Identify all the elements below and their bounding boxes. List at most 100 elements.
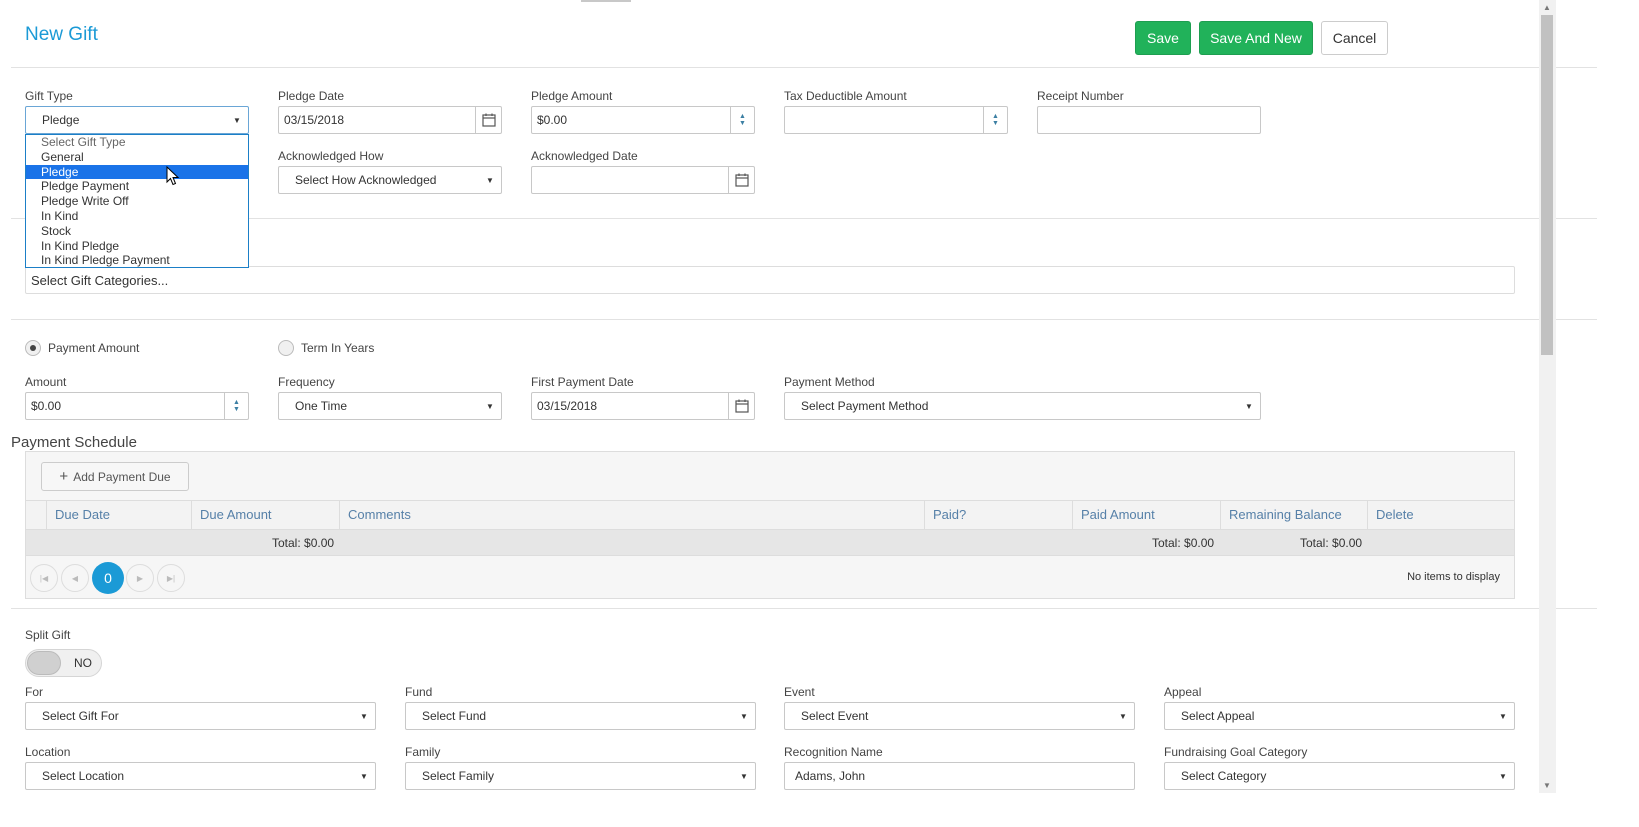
- calendar-icon[interactable]: [475, 107, 501, 133]
- calendar-icon[interactable]: [728, 393, 754, 419]
- for-value: Select Gift For: [42, 709, 119, 723]
- fund-select[interactable]: Select Fund ▼: [405, 702, 756, 730]
- save-and-new-button[interactable]: Save And New: [1199, 21, 1313, 55]
- window-grip: [581, 0, 631, 2]
- for-select[interactable]: Select Gift For ▼: [25, 702, 376, 730]
- receipt-number-input[interactable]: [1037, 106, 1261, 134]
- caret-down-icon: ▼: [1499, 711, 1507, 721]
- calendar-icon[interactable]: [728, 167, 754, 193]
- fundraising-goal-category-value: Select Category: [1181, 769, 1267, 783]
- split-gift-toggle[interactable]: NO: [25, 649, 102, 677]
- term-in-years-radio[interactable]: [278, 340, 294, 356]
- pledge-amount-input[interactable]: $0.00 ▲ ▼: [531, 106, 755, 134]
- caret-down-icon: ▼: [486, 401, 494, 411]
- add-payment-due-button[interactable]: + Add Payment Due: [41, 462, 189, 491]
- total-paid-amount: Total: $0.00: [1152, 536, 1215, 550]
- caret-down-icon: ▼: [1245, 401, 1253, 411]
- scrollbar-thumb[interactable]: [1541, 15, 1553, 355]
- first-page-icon[interactable]: |◀: [30, 564, 58, 592]
- divider: [11, 319, 1597, 320]
- frequency-select[interactable]: One Time ▼: [278, 392, 502, 420]
- add-payment-due-label: Add Payment Due: [73, 469, 171, 484]
- pledge-date-value: 03/15/2018: [284, 113, 345, 127]
- caret-down-icon: ▼: [360, 771, 368, 781]
- recognition-name-value: Adams, John: [795, 769, 866, 783]
- last-page-icon[interactable]: ▶|: [157, 564, 185, 592]
- family-value: Select Family: [422, 769, 495, 783]
- cancel-button[interactable]: Cancel: [1321, 21, 1388, 55]
- spinner-icon[interactable]: ▲ ▼: [983, 107, 1007, 133]
- dropdown-option-selected[interactable]: Pledge: [26, 164, 248, 180]
- scroll-up-icon[interactable]: ▲: [1543, 3, 1551, 12]
- tax-deductible-input[interactable]: ▲ ▼: [784, 106, 1008, 134]
- total-due-amount: Total: $0.00: [272, 536, 335, 550]
- dropdown-option[interactable]: In Kind Pledge Payment: [26, 253, 248, 268]
- dropdown-option[interactable]: General: [26, 150, 248, 165]
- family-select[interactable]: Select Family ▼: [405, 762, 756, 790]
- column-due-amount[interactable]: Due Amount: [191, 501, 339, 529]
- radio-dot: [30, 345, 36, 351]
- appeal-select[interactable]: Select Appeal ▼: [1164, 702, 1515, 730]
- location-select[interactable]: Select Location ▼: [25, 762, 376, 790]
- grid-totals-row: Total: $0.00 Total: $0.00 Total: $0.00: [26, 530, 1514, 556]
- total-remaining-balance: Total: $0.00: [1300, 536, 1363, 550]
- ack-how-value: Select How Acknowledged: [295, 173, 437, 187]
- fundraising-goal-category-label: Fundraising Goal Category: [1164, 745, 1308, 759]
- term-in-years-label: Term In Years: [301, 341, 375, 355]
- prev-page-icon[interactable]: ◀: [61, 564, 89, 592]
- plus-icon: +: [59, 468, 69, 485]
- scroll-down-icon[interactable]: ▼: [1543, 781, 1551, 790]
- ack-how-select[interactable]: Select How Acknowledged ▼: [278, 166, 502, 194]
- column-delete[interactable]: Delete: [1367, 501, 1514, 529]
- column-due-date[interactable]: Due Date: [46, 501, 191, 529]
- dropdown-option[interactable]: Stock: [26, 224, 248, 239]
- current-page[interactable]: 0: [92, 562, 124, 594]
- dropdown-option[interactable]: Pledge Payment: [26, 179, 248, 194]
- payment-method-label: Payment Method: [784, 375, 875, 389]
- grid-pager: |◀ ◀ 0 ▶ ▶| No items to display: [26, 556, 1514, 598]
- caret-down-icon: ▼: [486, 175, 494, 185]
- pledge-date-input[interactable]: 03/15/2018: [278, 106, 502, 134]
- column-remaining-balance[interactable]: Remaining Balance: [1220, 501, 1367, 529]
- payment-amount-label: Payment Amount: [48, 341, 140, 355]
- first-payment-date-label: First Payment Date: [531, 375, 634, 389]
- amount-input[interactable]: $0.00 ▲ ▼: [25, 392, 249, 420]
- event-select[interactable]: Select Event ▼: [784, 702, 1135, 730]
- recognition-name-input[interactable]: Adams, John: [784, 762, 1135, 790]
- first-payment-date-input[interactable]: 03/15/2018: [531, 392, 755, 420]
- frequency-label: Frequency: [278, 375, 335, 389]
- amount-value: $0.00: [31, 399, 62, 413]
- column-paid-amount[interactable]: Paid Amount: [1072, 501, 1220, 529]
- dropdown-option[interactable]: In Kind: [26, 209, 248, 224]
- spinner-icon[interactable]: ▲ ▼: [730, 107, 754, 133]
- pledge-amount-value: $0.00: [537, 113, 568, 127]
- caret-down-icon: ▼: [233, 115, 241, 125]
- gift-categories-placeholder: Select Gift Categories...: [31, 272, 169, 288]
- dropdown-option[interactable]: Pledge Write Off: [26, 194, 248, 209]
- caret-down-icon: ▼: [740, 771, 748, 781]
- no-items-text: No items to display: [1407, 571, 1500, 583]
- ack-date-label: Acknowledged Date: [531, 149, 638, 163]
- vertical-scrollbar[interactable]: ▲ ▼: [1539, 0, 1556, 793]
- spinner-icon[interactable]: ▲ ▼: [224, 393, 248, 419]
- dropdown-option[interactable]: In Kind Pledge: [26, 239, 248, 254]
- gift-type-dropdown[interactable]: Select Gift Type General Pledge Pledge P…: [25, 134, 249, 268]
- gift-type-select[interactable]: Pledge ▼: [25, 106, 249, 134]
- column-paid[interactable]: Paid?: [924, 501, 1072, 529]
- payment-amount-radio[interactable]: [25, 340, 41, 356]
- next-page-icon[interactable]: ▶: [126, 564, 154, 592]
- ack-date-input[interactable]: [531, 166, 755, 194]
- gift-categories-input[interactable]: Select Gift Categories...: [25, 266, 1515, 294]
- column-comments[interactable]: Comments: [339, 501, 924, 529]
- recognition-name-label: Recognition Name: [784, 745, 883, 759]
- save-button[interactable]: Save: [1135, 21, 1191, 55]
- toggle-state: NO: [74, 656, 92, 670]
- fund-value: Select Fund: [422, 709, 487, 723]
- fund-label: Fund: [405, 685, 433, 699]
- fundraising-goal-category-select[interactable]: Select Category ▼: [1164, 762, 1515, 790]
- payment-method-select[interactable]: Select Payment Method ▼: [784, 392, 1261, 420]
- dropdown-option[interactable]: Select Gift Type: [26, 135, 248, 150]
- event-value: Select Event: [801, 709, 869, 723]
- ack-how-label: Acknowledged How: [278, 149, 384, 163]
- frequency-value: One Time: [295, 399, 348, 413]
